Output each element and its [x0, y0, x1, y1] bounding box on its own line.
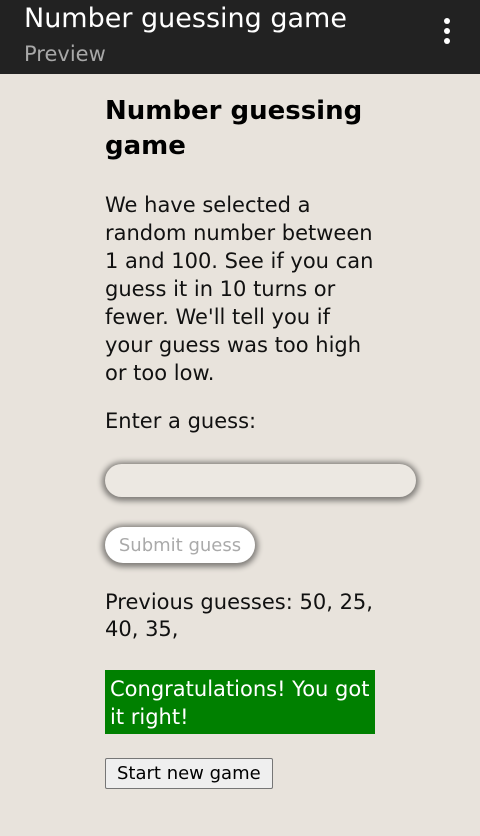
game-description: We have selected a random number between…	[105, 193, 374, 385]
guess-field-label: Enter a guess:	[105, 409, 257, 433]
page-title: Number guessing game	[105, 96, 363, 161]
previous-guesses-label: Previous guesses:	[105, 590, 293, 614]
guess-input[interactable]	[105, 464, 416, 497]
previous-guesses: Previous guesses: 50, 25, 40, 35,	[105, 589, 380, 643]
app-subtitle: Preview	[24, 42, 106, 66]
start-new-game-button[interactable]: Start new game	[105, 758, 273, 789]
app-title: Number guessing game	[24, 3, 347, 34]
game-panel: Number guessing game We have selected a …	[105, 94, 416, 789]
more-vertical-icon[interactable]	[436, 18, 458, 50]
app-bar: Number guessing game Preview	[0, 0, 480, 74]
submit-guess-button[interactable]: Submit guess	[105, 527, 255, 563]
result-message: Congratulations! You got it right!	[105, 670, 375, 734]
